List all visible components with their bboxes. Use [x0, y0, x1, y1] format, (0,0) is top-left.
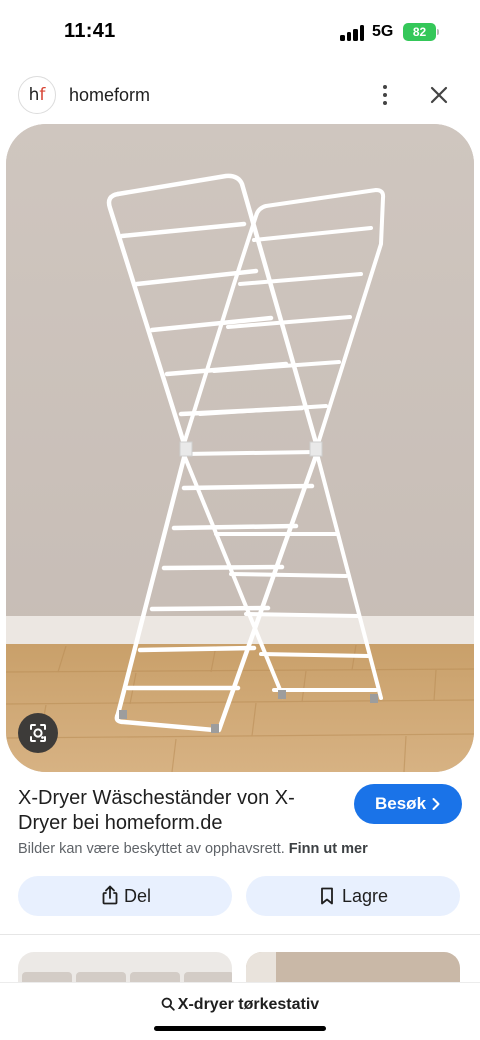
site-name[interactable]: homeform: [69, 85, 150, 106]
share-icon: [102, 885, 118, 905]
network-type: 5G: [372, 23, 394, 40]
search-icon: [161, 997, 175, 1011]
status-time: 11:41: [64, 20, 116, 42]
result-title[interactable]: X-Dryer Wäscheständer von X-Dryer bei ho…: [18, 786, 328, 836]
close-icon[interactable]: [424, 80, 454, 110]
share-label: Del: [124, 886, 152, 906]
product-image[interactable]: [6, 124, 474, 772]
site-logo-text: hf: [28, 85, 46, 105]
visit-label: Besøk: [375, 794, 427, 813]
search-query[interactable]: X-dryer tørkestativ: [0, 996, 480, 1014]
battery-icon: 82: [403, 23, 436, 41]
copyright-notice: Bilder kan være beskyttet av opphavsrett…: [18, 841, 368, 857]
battery-level: 82: [412, 25, 427, 39]
status-bar: 11:41 5G 82: [0, 0, 480, 64]
share-button[interactable]: Del: [18, 876, 232, 916]
chevron-right-icon: [432, 798, 440, 810]
more-vert-icon[interactable]: [372, 82, 398, 108]
lens-icon[interactable]: [18, 713, 58, 753]
site-logo[interactable]: hf: [18, 76, 56, 114]
home-indicator[interactable]: [154, 1026, 326, 1031]
bottom-search-bar: X-dryer tørkestativ: [0, 982, 480, 1040]
battery-cap: [437, 29, 439, 35]
cellular-signal-icon: [340, 25, 366, 41]
divider: [0, 934, 480, 935]
copyright-text: Bilder kan være beskyttet av opphavsrett…: [18, 841, 285, 857]
search-query-text: X-dryer tørkestativ: [177, 996, 320, 1013]
visit-button[interactable]: Besøk: [354, 784, 462, 824]
learn-more-link[interactable]: Finn ut mer: [289, 841, 368, 857]
save-button[interactable]: Lagre: [246, 876, 460, 916]
bookmark-icon: [321, 887, 333, 905]
save-label: Lagre: [342, 886, 389, 906]
source-header: hf homeform: [0, 72, 480, 118]
